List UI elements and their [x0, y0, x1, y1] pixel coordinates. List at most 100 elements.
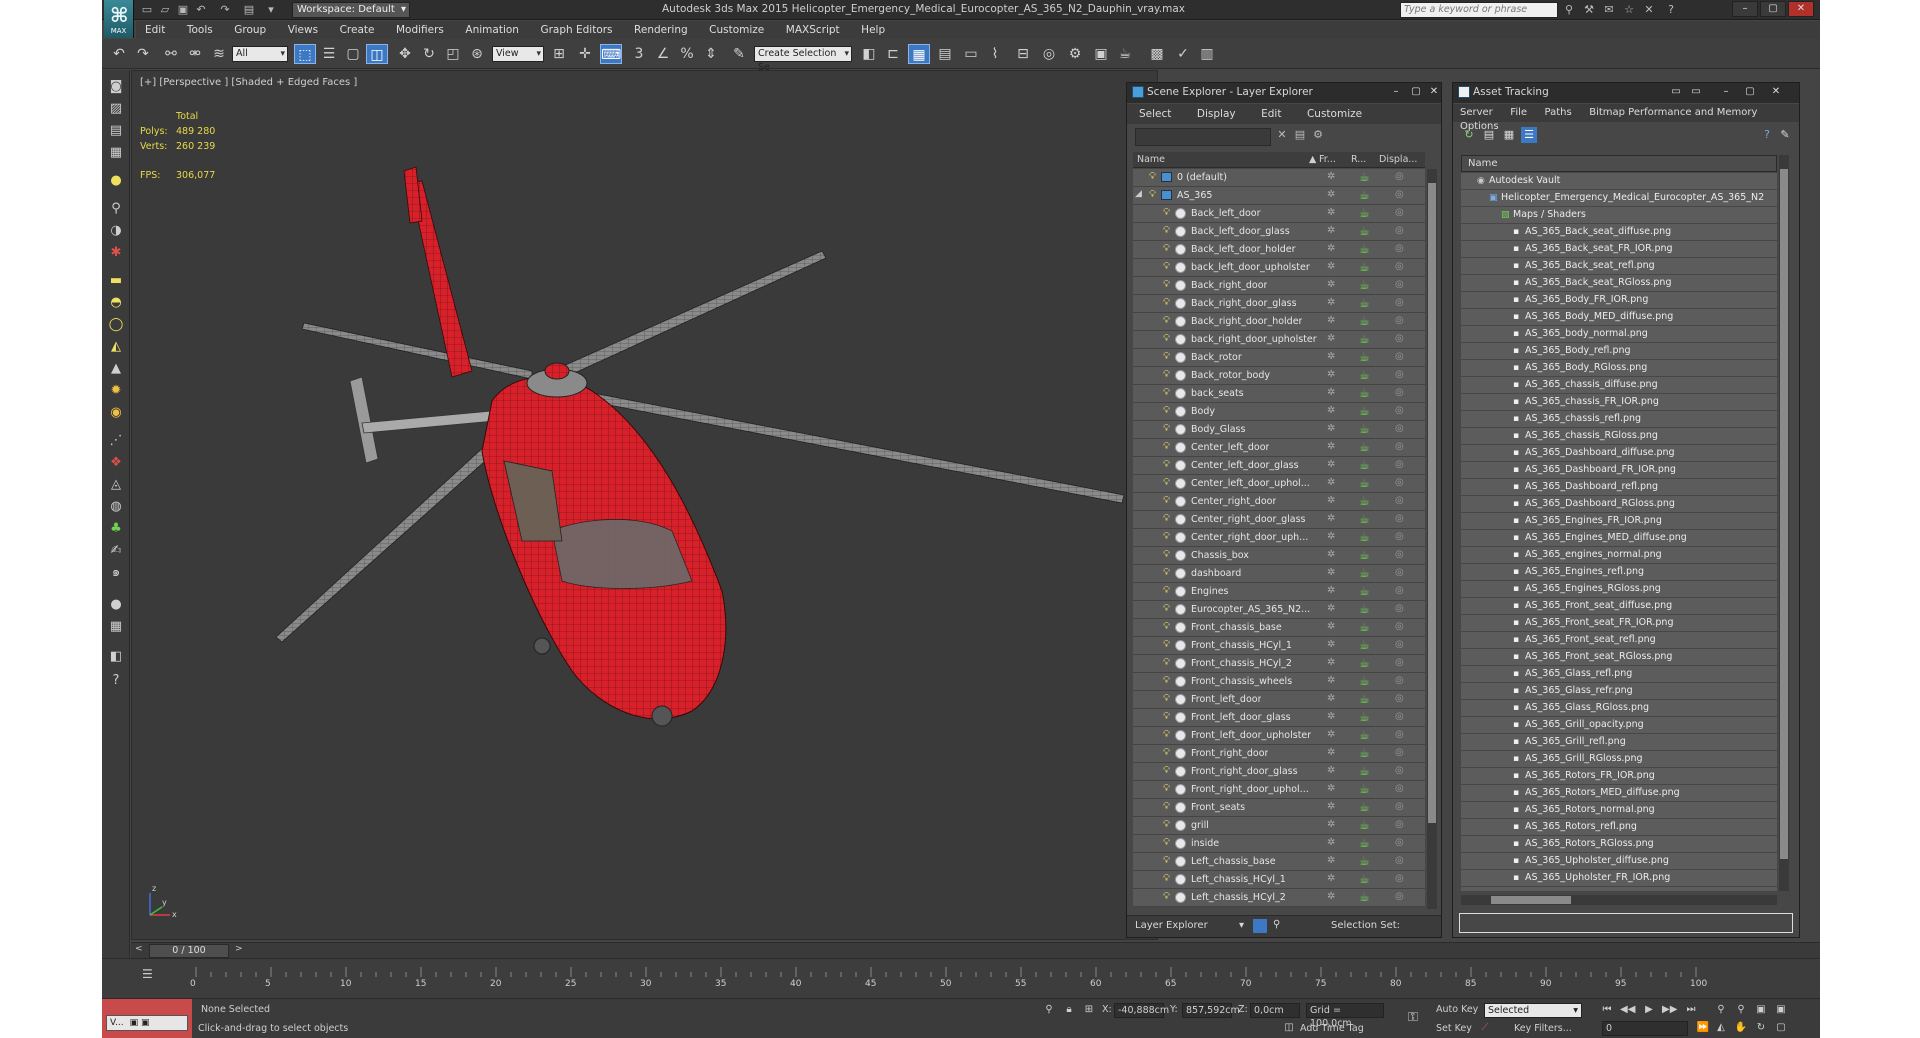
asset-row[interactable]: ▪ AS_365_Dashboard_RGloss.png	[1461, 496, 1777, 513]
light-bulb-icon[interactable]: 💡︎	[1163, 423, 1171, 435]
freeze-icon[interactable]: ✲	[1327, 801, 1335, 812]
display-icon[interactable]: ◎	[1395, 369, 1404, 380]
toggle-layer-explorer-icon[interactable]: ▤	[934, 44, 956, 64]
bind-to-space-warp-icon[interactable]: ≋	[208, 44, 230, 64]
menu-maxscript[interactable]: MAXScript	[777, 21, 849, 39]
asset-row[interactable]: ▪ AS_365_engines_normal.png	[1461, 547, 1777, 564]
asset-horizontal-scrollbar[interactable]	[1461, 895, 1777, 905]
display-icon[interactable]: ◎	[1395, 279, 1404, 290]
scene-tree-row[interactable]: 💡︎ Back_left_door_glass ✲ ☕ ◎	[1133, 223, 1425, 241]
light-bulb-icon[interactable]: 💡︎	[1163, 639, 1171, 651]
display-icon[interactable]: ◎	[1395, 315, 1404, 326]
scene-tree-row[interactable]: 💡︎ Left_chassis_base ✲ ☕ ◎	[1133, 853, 1425, 871]
fur-icon[interactable]: ⋰	[107, 432, 125, 450]
undo-icon[interactable]: ↶	[108, 44, 130, 64]
undo-icon[interactable]: ↶	[194, 3, 208, 17]
scene-tree-row[interactable]: 💡︎ Body ✲ ☕ ◎	[1133, 403, 1425, 421]
scene-tree-row[interactable]: 💡︎ Front_chassis_HCyl_2 ✲ ☕ ◎	[1133, 655, 1425, 673]
mini-listener[interactable]: V... ▣ ▣	[106, 1015, 188, 1031]
light-bulb-icon[interactable]: 💡︎	[1163, 261, 1171, 273]
menu-group[interactable]: Group	[225, 21, 275, 39]
select-and-link-icon[interactable]: ⚯	[160, 44, 182, 64]
pivot-center-icon[interactable]: ⊞	[548, 44, 570, 64]
angle-snap-icon[interactable]: ∠	[652, 44, 674, 64]
freeze-icon[interactable]: ✲	[1327, 639, 1335, 650]
freeze-icon[interactable]: ✲	[1327, 423, 1335, 434]
light-bulb-icon[interactable]: 💡︎	[1163, 855, 1171, 867]
renderable-icon[interactable]: ☕	[1359, 476, 1370, 490]
scene-tree-row[interactable]: 💡︎ Back_right_door ✲ ☕ ◎	[1133, 277, 1425, 295]
scene-tree-row[interactable]: ◢ 💡︎ AS_365 ✲ ☕ ◎	[1133, 187, 1425, 205]
freeze-icon[interactable]: ✲	[1327, 747, 1335, 758]
freeze-icon[interactable]: ✲	[1327, 837, 1335, 848]
display-icon[interactable]: ◎	[1395, 711, 1404, 722]
scrollbar-thumb[interactable]	[1428, 183, 1436, 823]
helicopter-model[interactable]	[132, 71, 1158, 940]
scene-tree-row[interactable]: 💡︎ Chassis_box ✲ ☕ ◎	[1133, 547, 1425, 565]
display-icon[interactable]: ◎	[1395, 873, 1404, 884]
asset-row[interactable]: ▪ AS_365_Rotors_RGloss.png	[1461, 836, 1777, 853]
asset-row[interactable]: ▪ AS_365_Rotors_MED_diffuse.png	[1461, 785, 1777, 802]
spinner-snap-icon[interactable]: ⇕	[700, 44, 722, 64]
communication-center-icon[interactable]: ✉	[1602, 3, 1616, 17]
light-bulb-icon[interactable]: 💡︎	[1163, 297, 1171, 309]
light-bulb-icon[interactable]: 💡︎	[1163, 549, 1171, 561]
freeze-icon[interactable]: ✲	[1327, 783, 1335, 794]
renderable-icon[interactable]: ☕	[1359, 818, 1370, 832]
renderable-icon[interactable]: ☕	[1359, 872, 1370, 886]
scene-tree-row[interactable]: 💡︎ Back_rotor ✲ ☕ ◎	[1133, 349, 1425, 367]
se-menu-display[interactable]: Display	[1185, 104, 1246, 120]
select-and-scale-icon[interactable]: ◰	[442, 44, 464, 64]
asset-row[interactable]: ▪ AS_365_Grill_refl.png	[1461, 734, 1777, 751]
spot-icon[interactable]: ◭	[107, 338, 125, 356]
se-menu-select[interactable]: Select	[1127, 104, 1181, 120]
application-button[interactable]: ⌘ MAX	[104, 0, 134, 38]
display-icon[interactable]: ◎	[1395, 333, 1404, 344]
snail-icon[interactable]: ๑	[107, 564, 125, 582]
rendered-frame-window-icon[interactable]: ▣	[1090, 44, 1112, 64]
light-bulb-icon[interactable]: 💡︎	[1163, 243, 1171, 255]
explorer-selector[interactable]: Layer Explorer	[1135, 920, 1208, 931]
display-icon[interactable]: ◎	[1395, 621, 1404, 632]
renderable-icon[interactable]: ☕	[1359, 836, 1370, 850]
display-icon[interactable]: ◎	[1395, 405, 1404, 416]
chevron-down-icon[interactable]: ▾	[1239, 920, 1244, 931]
freeze-icon[interactable]: ✲	[1327, 765, 1335, 776]
renderable-icon[interactable]: ☕	[1359, 494, 1370, 508]
window-icon[interactable]: ▭	[1669, 85, 1683, 99]
edit-named-selection-icon[interactable]: ✎	[728, 44, 750, 64]
asset-row[interactable]: ▪ AS_365_Dashboard_diffuse.png	[1461, 445, 1777, 462]
light-bulb-icon[interactable]: 💡︎	[1149, 171, 1157, 183]
light-bulb-icon[interactable]: 💡︎	[1163, 477, 1171, 489]
scene-filter-input[interactable]	[1135, 128, 1271, 146]
light-bulb-icon[interactable]: 💡︎	[1163, 225, 1171, 237]
scene-tree-row[interactable]: 💡︎ Eurocopter_AS_365_N2... ✲ ☕ ◎	[1133, 601, 1425, 619]
asset-column-header[interactable]: Name	[1461, 155, 1777, 172]
renderable-icon[interactable]: ☕	[1359, 674, 1370, 688]
display-icon[interactable]: ◎	[1395, 441, 1404, 452]
help-icon[interactable]: ?	[1759, 127, 1775, 143]
light-bulb-icon[interactable]: 💡︎	[1163, 567, 1171, 579]
space-warp-icon[interactable]: ◑	[107, 222, 125, 240]
freeze-icon[interactable]: ✲	[1327, 711, 1335, 722]
search-input[interactable]: Type a keyword or phrase	[1400, 2, 1558, 18]
unlink-selection-icon[interactable]: ⚮	[184, 44, 206, 64]
asset-row[interactable]: ▪ AS_365_Body_FR_IOR.png	[1461, 292, 1777, 309]
freeze-icon[interactable]: ✲	[1327, 477, 1335, 488]
keyboard-shortcut-override-icon[interactable]: ⌨	[600, 44, 622, 64]
binoculars-icon[interactable]: ⚲	[1562, 3, 1576, 17]
scene-tree-row[interactable]: 💡︎ back_right_door_upholster ✲ ☕ ◎	[1133, 331, 1425, 349]
menu-views[interactable]: Views	[279, 21, 327, 39]
favorites-icon[interactable]: ☆	[1622, 3, 1636, 17]
freeze-icon[interactable]: ✲	[1327, 315, 1335, 326]
redo-icon[interactable]: ↷	[218, 3, 232, 17]
freeze-icon[interactable]: ✲	[1327, 405, 1335, 416]
command-panel-toggle-icon[interactable]: ▥	[1196, 44, 1218, 64]
light-bulb-icon[interactable]: 💡︎	[1163, 351, 1171, 363]
scene-tree-row[interactable]: 💡︎ Front_right_door_glass ✲ ☕ ◎	[1133, 763, 1425, 781]
refresh-icon[interactable]: ↻	[1461, 127, 1477, 143]
add-time-tag-icon[interactable]: ◫	[1282, 1021, 1296, 1035]
display-icon[interactable]: ◎	[1395, 567, 1404, 578]
light-bulb-icon[interactable]: 💡︎	[1163, 333, 1171, 345]
scene-tree-row[interactable]: 💡︎ Front_seats ✲ ☕ ◎	[1133, 799, 1425, 817]
